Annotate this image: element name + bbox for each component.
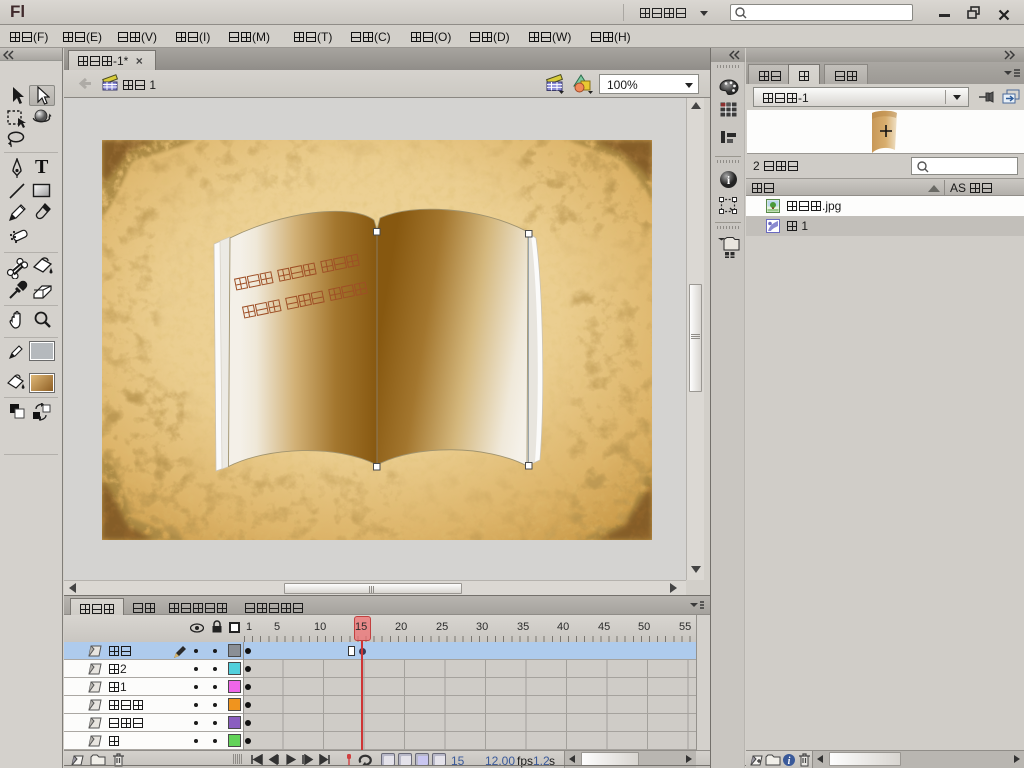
svg-text:i: i xyxy=(788,756,791,767)
